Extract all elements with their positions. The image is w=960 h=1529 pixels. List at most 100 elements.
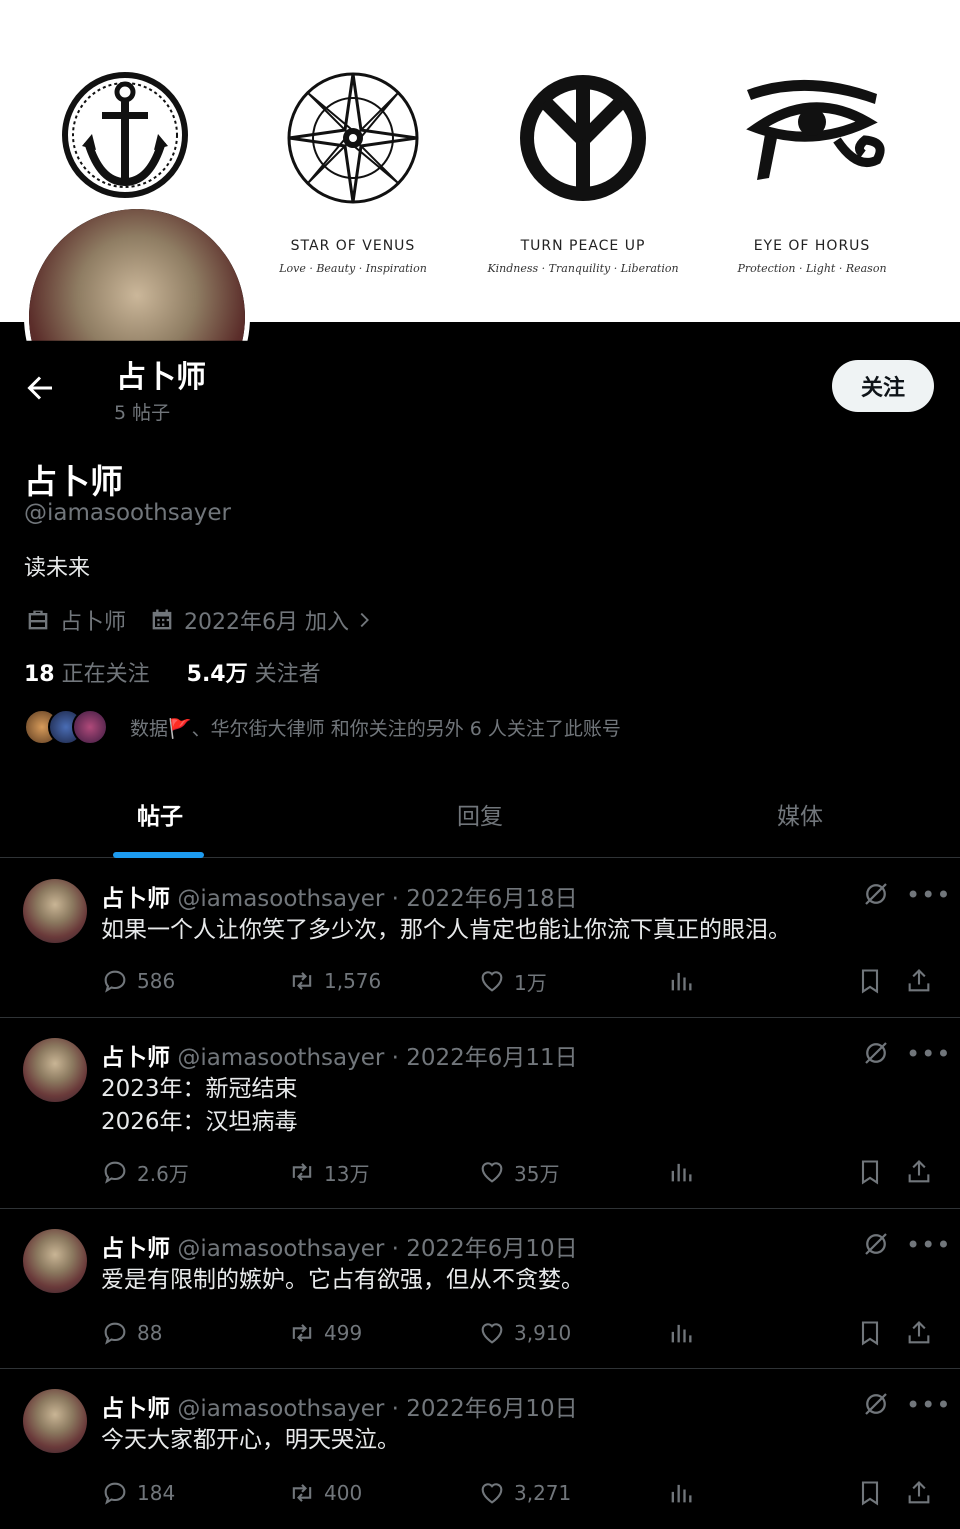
post-avatar[interactable] <box>23 1389 87 1453</box>
chevron-right-icon[interactable] <box>353 609 375 631</box>
repost-icon <box>292 972 312 990</box>
repost-button[interactable]: 13万 <box>288 1155 369 1189</box>
post-meta[interactable]: @iamasoothsayer · 2022年6月11日 <box>177 1045 577 1071</box>
like-count: 3,910 <box>514 1321 572 1345</box>
reply-button[interactable]: 2.6万 <box>101 1155 189 1189</box>
bookmark-button[interactable] <box>856 1316 892 1350</box>
post-author-name[interactable]: 占卜师 <box>101 1045 170 1071</box>
peace-sign-icon <box>520 75 646 201</box>
post-avatar[interactable] <box>23 1038 87 1102</box>
profile-meta: 占卜师 2022年6月 加入 <box>24 604 375 636</box>
views-chart-icon <box>671 972 692 991</box>
post-header: 占卜师 @iamasoothsayer · 2022年6月11日 <box>101 1038 578 1072</box>
like-button[interactable]: 3,271 <box>478 1476 571 1510</box>
bookmark-button[interactable] <box>856 964 892 998</box>
post-meta[interactable]: @iamasoothsayer · 2022年6月10日 <box>177 1236 577 1262</box>
post-author-name[interactable]: 占卜师 <box>101 1396 170 1422</box>
followers-label: 关注者 <box>254 662 321 687</box>
post-item[interactable]: 占卜师 @iamasoothsayer · 2022年6月10日 今天大家都开心… <box>0 1369 960 1529</box>
views-button[interactable] <box>667 964 703 998</box>
tab-replies[interactable]: 回复 <box>320 770 640 858</box>
repost-count: 13万 <box>324 1161 370 1186</box>
compass-star-icon <box>287 72 419 204</box>
views-chart-icon <box>671 1163 692 1182</box>
post-avatar[interactable] <box>23 1229 87 1293</box>
reply-button[interactable]: 184 <box>101 1476 175 1510</box>
post-text-line: 如果一个人让你笑了多少次，那个人肯定也能让你流下真正的眼泪。 <box>101 917 791 943</box>
symbol-title: STAR OF VENUS <box>290 238 416 254</box>
tab-posts[interactable]: 帖子 <box>0 770 320 858</box>
heart-icon <box>481 1323 503 1344</box>
more-options-icon[interactable]: ••• <box>906 1391 951 1419</box>
post-header: 占卜师 @iamasoothsayer · 2022年6月10日 <box>101 1389 578 1423</box>
like-count: 35万 <box>514 1161 560 1186</box>
share-button[interactable] <box>905 964 941 998</box>
bookmark-icon <box>861 969 879 994</box>
grok-icon[interactable] <box>861 1038 891 1068</box>
share-icon <box>908 969 930 992</box>
views-button[interactable] <box>667 1476 703 1510</box>
views-chart-icon <box>671 1324 692 1343</box>
reply-button[interactable]: 586 <box>101 964 175 998</box>
bookmark-button[interactable] <box>856 1476 892 1510</box>
repost-icon <box>292 1163 312 1181</box>
more-options-icon[interactable]: ••• <box>906 1231 951 1259</box>
post-item[interactable]: 占卜师 @iamasoothsayer · 2022年6月10日 爱是有限制的嫉… <box>0 1209 960 1369</box>
back-arrow-icon[interactable] <box>22 370 58 406</box>
following-link[interactable]: 18 正在关注 <box>24 662 150 687</box>
grok-icon[interactable] <box>861 1389 891 1419</box>
post-text: 今天大家都开心，明天哭泣。 <box>101 1424 400 1457</box>
repost-icon <box>292 1324 312 1342</box>
post-item[interactable]: 占卜师 @iamasoothsayer · 2022年6月11日 2023年：新… <box>0 1018 960 1209</box>
post-author-name[interactable]: 占卜师 <box>101 1236 170 1262</box>
share-button[interactable] <box>905 1476 941 1510</box>
header-profile-name: 占卜师 <box>116 360 206 395</box>
known-followers[interactable]: 数据🚩、华尔街大律师 和你关注的另外 6 人关注了此账号 <box>24 708 621 746</box>
more-options-icon[interactable]: ••• <box>906 1040 951 1068</box>
profile-joined[interactable]: 2022年6月 加入 <box>184 604 349 636</box>
post-text-line: 2023年：新冠结束 <box>101 1076 298 1102</box>
post-text: 如果一个人让你笑了多少次，那个人肯定也能让你流下真正的眼泪。 <box>101 914 791 947</box>
bookmark-icon <box>861 1321 879 1346</box>
post-text: 2023年：新冠结束 2026年：汉坦病毒 <box>101 1073 298 1139</box>
views-button[interactable] <box>667 1155 703 1189</box>
reply-button[interactable]: 88 <box>101 1316 162 1350</box>
post-actions: 2.6万 13万 35万 <box>0 1155 960 1189</box>
post-text-line: 爱是有限制的嫉妒。它占有欲强，但从不贪婪。 <box>101 1267 584 1293</box>
eye-of-horus-symbol: EYE OF HORUS Protection · Light · Reason <box>712 70 912 275</box>
views-button[interactable] <box>667 1316 703 1350</box>
repost-button[interactable]: 1,576 <box>288 964 381 998</box>
post-avatar[interactable] <box>23 879 87 943</box>
like-count: 3,271 <box>514 1481 572 1505</box>
share-button[interactable] <box>905 1155 941 1189</box>
tab-media[interactable]: 媒体 <box>640 770 960 858</box>
grok-icon[interactable] <box>861 1229 891 1259</box>
share-button[interactable] <box>905 1316 941 1350</box>
anchor-icon <box>62 72 188 198</box>
bookmark-button[interactable] <box>856 1155 892 1189</box>
post-actions: 184 400 3,271 <box>0 1476 960 1510</box>
post-meta[interactable]: @iamasoothsayer · 2022年6月10日 <box>177 1396 577 1422</box>
like-button[interactable]: 35万 <box>478 1155 559 1189</box>
post-item[interactable]: 占卜师 @iamasoothsayer · 2022年6月18日 如果一个人让你… <box>0 859 960 1018</box>
follow-button[interactable]: 关注 <box>832 360 934 412</box>
reply-icon <box>104 970 126 993</box>
following-count: 18 <box>24 662 55 687</box>
like-button[interactable]: 3,910 <box>478 1316 571 1350</box>
repost-button[interactable]: 400 <box>288 1476 362 1510</box>
symbol-subtitle: Love · Beauty · Inspiration <box>279 262 427 275</box>
post-meta[interactable]: @iamasoothsayer · 2022年6月18日 <box>177 886 577 912</box>
share-icon <box>908 1481 930 1504</box>
post-text-line: 2026年：汉坦病毒 <box>101 1109 298 1135</box>
share-icon <box>908 1160 930 1183</box>
more-options-icon[interactable]: ••• <box>906 881 951 909</box>
eye-of-horus-icon <box>746 79 885 180</box>
followers-link[interactable]: 5.4万 关注者 <box>187 662 321 687</box>
like-button[interactable]: 1万 <box>478 964 547 998</box>
heart-icon <box>481 1483 503 1504</box>
profile-tabs: 帖子 回复 媒体 <box>0 770 960 858</box>
grok-icon[interactable] <box>861 879 891 909</box>
repost-button[interactable]: 499 <box>288 1316 362 1350</box>
bookmark-icon <box>861 1481 879 1506</box>
post-author-name[interactable]: 占卜师 <box>101 886 170 912</box>
